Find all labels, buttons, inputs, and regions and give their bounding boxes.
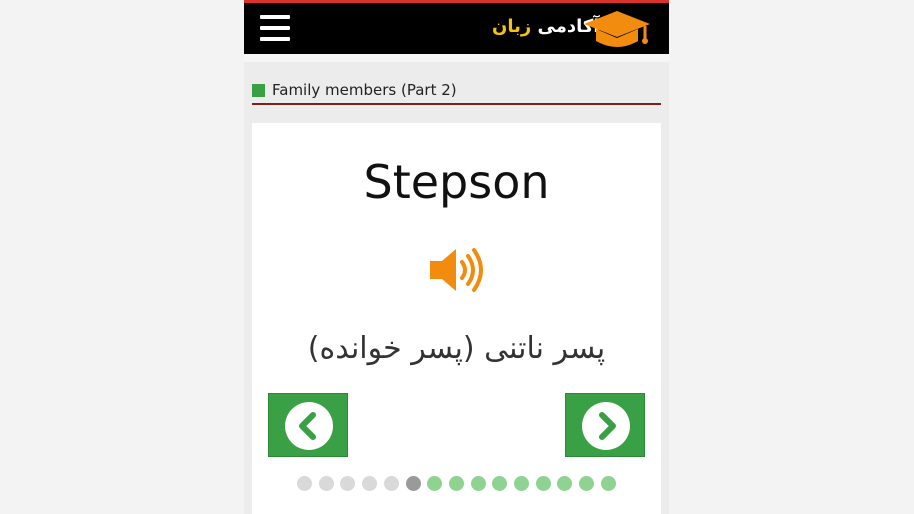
pager-dot[interactable] bbox=[557, 476, 573, 491]
pager-dot[interactable] bbox=[340, 476, 356, 491]
flashcard-word: Stepson bbox=[363, 155, 550, 209]
pager-dots bbox=[297, 476, 627, 492]
flashcard-translation: پسر ناتنی (پسر خوانده) bbox=[307, 331, 606, 366]
pager-dot[interactable] bbox=[383, 476, 399, 491]
title-bullet-square bbox=[252, 84, 265, 97]
hamburger-menu-icon[interactable] bbox=[260, 15, 290, 41]
app-viewport: آکادمی زبان Family members (Part 2) Step… bbox=[244, 0, 669, 514]
pager-dot[interactable] bbox=[318, 476, 334, 491]
next-button-circle bbox=[582, 402, 630, 450]
left-background bbox=[0, 0, 244, 514]
graduation-cap-icon bbox=[584, 11, 650, 47]
pager-dot[interactable] bbox=[514, 476, 529, 491]
header-spacer bbox=[244, 54, 669, 62]
pager-dot[interactable] bbox=[297, 476, 312, 491]
site-logo[interactable]: آکادمی زبان bbox=[492, 8, 652, 50]
previous-button-circle bbox=[285, 402, 333, 450]
logo-word-language: زبان bbox=[492, 16, 532, 37]
chevron-right-icon bbox=[599, 412, 616, 440]
app-header: آکادمی زبان bbox=[244, 3, 669, 54]
pager-dot[interactable] bbox=[427, 476, 443, 491]
pager-dot[interactable] bbox=[492, 476, 508, 491]
chevron-left-icon bbox=[299, 412, 316, 440]
flashcard: Stepson پسر ناتنی (پسر خوانده) bbox=[252, 123, 661, 514]
pager-dot[interactable] bbox=[579, 476, 595, 491]
lesson-title-row: Family members (Part 2) bbox=[252, 78, 661, 106]
pager-dot[interactable] bbox=[470, 476, 486, 491]
speaker-icon[interactable] bbox=[428, 245, 488, 295]
previous-button[interactable] bbox=[268, 393, 348, 457]
title-divider bbox=[252, 103, 661, 105]
pager-dot[interactable] bbox=[362, 476, 378, 491]
pager-dot-active[interactable] bbox=[405, 476, 421, 491]
pager-dot[interactable] bbox=[535, 476, 551, 491]
next-button[interactable] bbox=[565, 393, 645, 457]
pager-dot[interactable] bbox=[600, 476, 616, 491]
right-background bbox=[669, 0, 914, 514]
pager-dot[interactable] bbox=[448, 476, 464, 491]
lesson-title: Family members (Part 2) bbox=[272, 81, 457, 99]
